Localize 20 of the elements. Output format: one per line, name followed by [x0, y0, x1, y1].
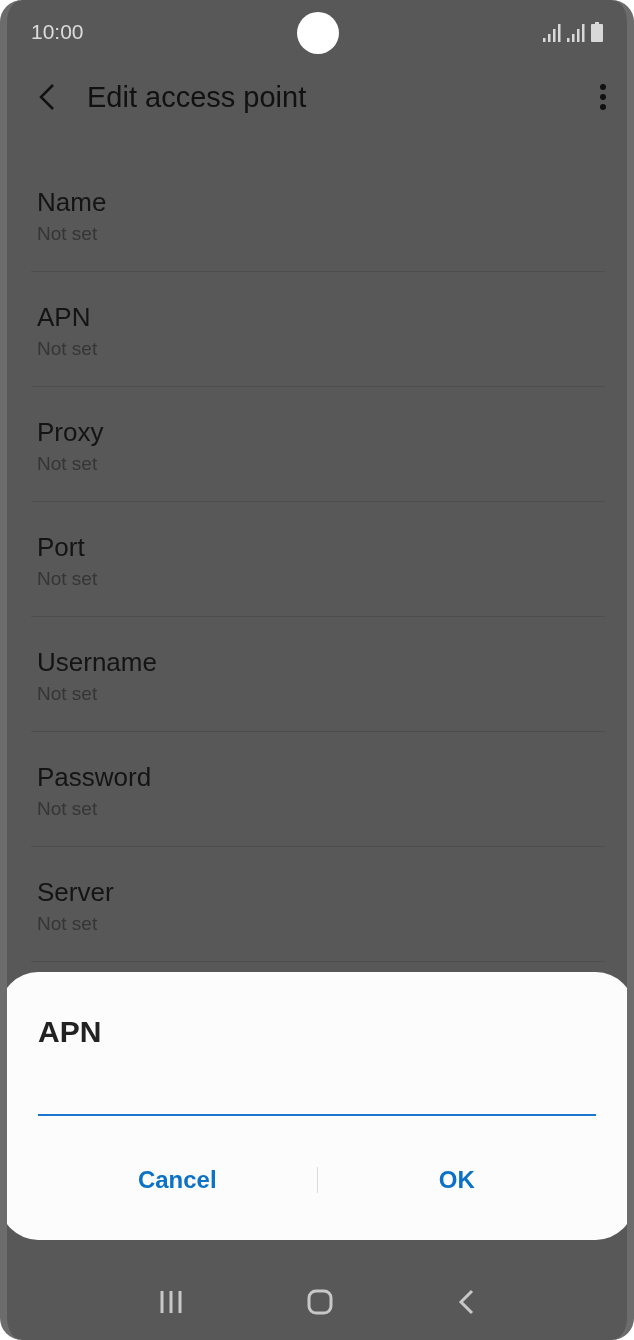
setting-title[interactable]: Password: [37, 761, 599, 793]
setting-title[interactable]: Port: [37, 531, 599, 563]
dialog-title: APN: [38, 1014, 103, 1050]
setting-title[interactable]: Server: [37, 876, 599, 908]
status-time: 10:00: [31, 20, 84, 44]
toolbar-title: Edit access point: [87, 80, 308, 114]
setting-title[interactable]: Username: [37, 646, 599, 678]
recent-apps-icon[interactable]: [159, 1290, 183, 1314]
home-icon[interactable]: [307, 1289, 333, 1315]
setting-title[interactable]: APN: [37, 301, 599, 333]
ok-button[interactable]: OK: [317, 1156, 596, 1204]
signal-icon: [567, 24, 585, 42]
signal-icon: [543, 24, 561, 42]
camera-cutout: [297, 12, 339, 54]
more-options-icon[interactable]: [599, 83, 607, 111]
cancel-button[interactable]: Cancel: [38, 1156, 317, 1204]
back-icon[interactable]: [457, 1289, 475, 1315]
setting-title[interactable]: Name: [37, 186, 599, 218]
setting-title[interactable]: Proxy: [37, 416, 599, 448]
battery-icon: [591, 22, 603, 42]
